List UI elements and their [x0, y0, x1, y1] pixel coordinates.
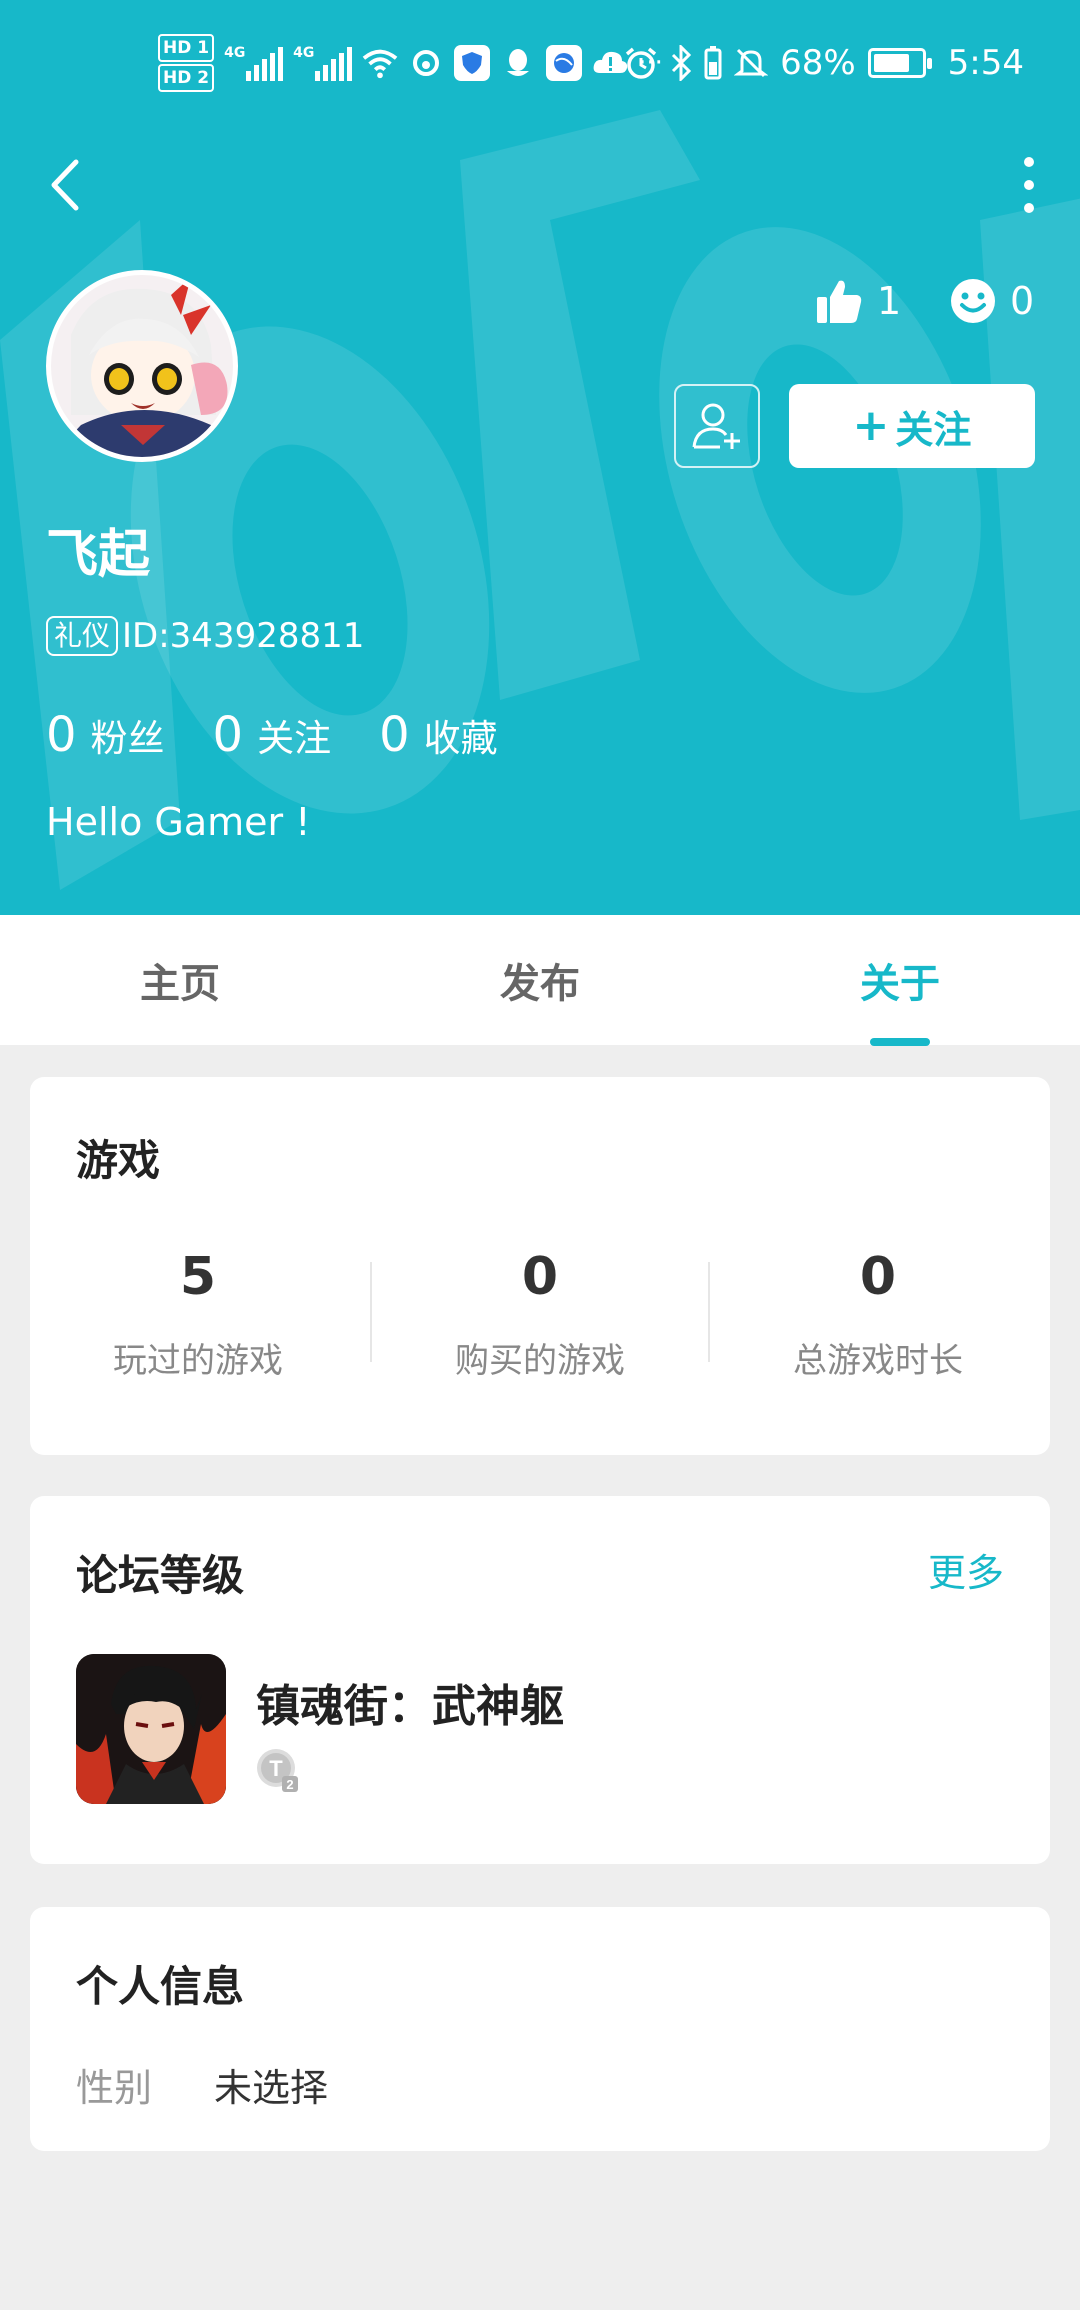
cloud-alert-icon [592, 45, 628, 81]
plus-icon: + [852, 400, 890, 451]
following-number: 0 [212, 707, 244, 763]
favorites-label: 收藏 [423, 717, 498, 760]
status-right: 68% 5:54 [624, 30, 1024, 96]
browser-app-icon [546, 45, 583, 81]
bluetooth-icon [672, 45, 692, 81]
follow-label: 关注 [895, 407, 972, 452]
clock-time: 5:54 [947, 43, 1024, 83]
personal-info-card: 个人信息 性别 未选择 [30, 1907, 1050, 2151]
personal-info-title: 个人信息 [76, 1962, 245, 2011]
background-watermark [0, 110, 1080, 890]
user-id-row: 礼仪 ID:343928811 [46, 612, 364, 660]
game-icon[interactable] [76, 1654, 226, 1804]
more-options-button[interactable] [1014, 150, 1044, 220]
profile-counts: 0 粉丝 0 关注 0 收藏 [46, 702, 546, 768]
favorites-count[interactable]: 0 收藏 [379, 707, 498, 763]
user-badge: 礼仪 [46, 616, 119, 656]
status-left: HD 1 HD 2 4G 4G ··· [158, 30, 663, 96]
hd-indicator: HD 1 HD 2 [158, 33, 215, 93]
purchased-games-stat[interactable]: 0 购买的游戏 [372, 1247, 708, 1382]
signal-icon: 4G [224, 45, 284, 81]
username: 飞起 [46, 525, 151, 585]
battery-icon [867, 48, 932, 78]
more-dots-icon [1024, 157, 1034, 167]
smiles-count: 0 [1010, 279, 1035, 323]
level-badge-icon: T 2 [256, 1748, 302, 1794]
qq-icon [500, 45, 536, 81]
forum-more-link[interactable]: 更多 [928, 1542, 1004, 1597]
games-card: 游戏 5 玩过的游戏 0 购买的游戏 0 总游戏时长 [30, 1077, 1050, 1455]
fans-number: 0 [46, 707, 77, 763]
profile-header: HD 1 HD 2 4G 4G ··· 68% 5:54 1 0 + 关注 飞起… [0, 0, 1080, 915]
forum-game-name[interactable]: 镇魂街：武神躯 [256, 1670, 564, 1734]
avatar-image [51, 275, 233, 457]
vibrate-battery-icon [704, 46, 722, 80]
total-playtime-stat[interactable]: 0 总游戏时长 [710, 1247, 1046, 1382]
user-id: ID:343928811 [122, 616, 365, 656]
shield-app-icon [454, 45, 491, 81]
hd2-label: HD 2 [158, 64, 215, 92]
smiles-stat[interactable]: 0 [950, 268, 1034, 334]
played-games-label: 玩过的游戏 [113, 1341, 283, 1381]
profile-tabs: 主页 发布 关于 [0, 915, 1080, 1045]
games-title: 游戏 [76, 1136, 161, 1185]
battery-percent: 68% [780, 43, 856, 83]
fans-label: 粉丝 [90, 717, 165, 760]
tab-posts[interactable]: 发布 [360, 915, 720, 1045]
smiley-icon [951, 279, 995, 323]
hd1-label: HD 1 [158, 34, 215, 62]
signal-network-label-2: 4G [293, 45, 315, 61]
total-playtime-value: 0 [859, 1247, 897, 1307]
signal-network-label: 4G [224, 45, 246, 61]
avatar[interactable] [46, 270, 238, 462]
add-friend-button[interactable] [674, 384, 760, 468]
follow-button[interactable]: + 关注 [789, 384, 1035, 468]
level-number: 2 [286, 1777, 293, 1792]
thumbs-up-icon [817, 280, 862, 323]
back-button[interactable] [40, 150, 90, 220]
following-count[interactable]: 0 关注 [213, 707, 332, 763]
gender-row: 性别 未选择 [76, 2057, 328, 2112]
played-games-stat[interactable]: 5 玩过的游戏 [30, 1247, 366, 1382]
fans-count[interactable]: 0 粉丝 [46, 707, 165, 763]
alarm-icon [625, 47, 657, 79]
swirl-app-icon [408, 45, 444, 81]
wifi-icon [362, 45, 398, 81]
level-letter: T [269, 1756, 283, 1781]
mute-icon [734, 48, 769, 78]
active-tab-indicator [870, 1038, 930, 1046]
total-playtime-label: 总游戏时长 [793, 1341, 963, 1381]
favorites-number: 0 [379, 707, 410, 763]
likes-stat[interactable]: 1 [815, 268, 901, 334]
purchased-games-value: 0 [521, 1247, 559, 1307]
forum-title: 论坛等级 [76, 1551, 245, 1600]
following-label: 关注 [257, 717, 332, 760]
status-bar: HD 1 HD 2 4G 4G ··· 68% 5:54 [0, 30, 1080, 96]
tab-home[interactable]: 主页 [0, 915, 360, 1045]
played-games-value: 5 [179, 1247, 217, 1307]
purchased-games-label: 购买的游戏 [455, 1341, 625, 1381]
forum-level-card: 论坛等级 更多 镇魂街：武神躯 T 2 [30, 1496, 1050, 1864]
signal-icon-2: 4G [293, 45, 353, 81]
game-cover-image [76, 1654, 226, 1804]
user-bio: Hello Gamer ! [46, 800, 311, 844]
likes-count: 1 [877, 279, 902, 323]
add-user-icon [692, 403, 740, 449]
tab-about[interactable]: 关于 [720, 915, 1080, 1045]
gender-label: 性别 [76, 2066, 153, 2110]
back-arrow-icon [51, 159, 79, 211]
gender-value: 未选择 [214, 2066, 329, 2110]
